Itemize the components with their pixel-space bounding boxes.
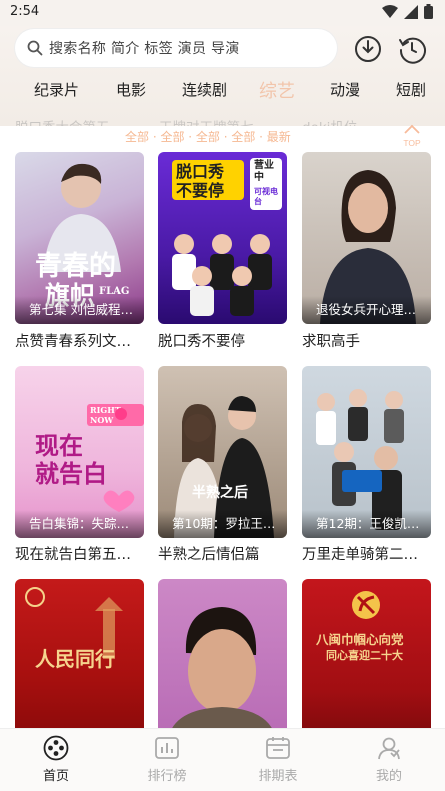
card-title[interactable]: 万里走单骑第二… [302, 543, 434, 564]
battery-icon [424, 4, 433, 19]
search-placeholder: 搜索名称 简介 标签 演员 导演 [49, 41, 240, 57]
search-icon [27, 40, 43, 56]
episode-label: 告白集锦：失踪… [29, 516, 130, 531]
nav-label: 排行榜 [147, 769, 187, 784]
card-title[interactable]: 现在就告白第五… [15, 543, 147, 564]
signal-icon [404, 4, 418, 19]
nav-label: 排期表 [258, 769, 298, 784]
filter-row: 全部 · 全部 · 全部 · 全部 · 最新 TOP [0, 124, 445, 148]
nav-label: 首页 [42, 769, 69, 784]
tab-documentary[interactable]: 纪录片 [34, 79, 79, 100]
video-card[interactable] [158, 579, 287, 739]
poster-title: 人民同行 [35, 647, 115, 671]
header: 搜索名称 简介 标签 演员 导演 纪录片 电影 连续剧 综艺 动漫 短剧 脱口秀… [0, 26, 445, 136]
svg-text:TOP: TOP [403, 138, 421, 148]
wifi-icon [382, 4, 398, 18]
card-title[interactable]: 点赞青春系列文… [15, 330, 147, 351]
chart-icon [155, 737, 179, 759]
poster-title: 半熟之后 [192, 485, 248, 501]
tab-anime[interactable]: 动漫 [330, 79, 360, 100]
status-time: 2:54 [10, 4, 40, 19]
status-icons [382, 4, 433, 19]
poster-title: 八闽巾帼心向党 [316, 632, 404, 647]
video-card[interactable]: 现在 就告白 RIGHT NOW 告白集锦：失踪… [15, 366, 144, 538]
nav-item-home[interactable]: 首页 [11, 735, 101, 784]
video-card[interactable]: 人民同行 [15, 579, 144, 739]
bottom-nav: 首页 排行榜 排期表 我的 [0, 728, 445, 791]
card-title[interactable]: 求职高手 [302, 330, 434, 351]
history-icon[interactable] [397, 34, 427, 64]
film-reel-icon [43, 735, 69, 761]
video-card[interactable]: 青春的 旗帜 FLAG 第七集 刘恺威程… [15, 152, 144, 324]
nav-item-ranking[interactable]: 排行榜 [122, 735, 212, 784]
poster-people [172, 234, 272, 316]
tab-series[interactable]: 连续剧 [182, 79, 227, 100]
nav-item-profile[interactable]: 我的 [344, 735, 434, 784]
episode-label: 退役女兵开心理… [316, 302, 417, 317]
download-icon[interactable] [353, 34, 383, 64]
back-to-top-icon[interactable]: TOP [398, 122, 426, 150]
episode-label: 第七集 刘恺威程… [29, 302, 133, 317]
filter-summary[interactable]: 全部 · 全部 · 全部 · 全部 · 最新 [125, 128, 291, 145]
card-title[interactable]: 半熟之后情侣篇 [158, 543, 290, 564]
video-card[interactable]: 半熟之后 第10期：罗拉王… [158, 366, 287, 538]
search-input[interactable]: 搜索名称 简介 标签 演员 导演 [15, 29, 337, 67]
episode-label: 第10期：罗拉王… [172, 516, 276, 531]
status-bar: 2:54 [0, 0, 445, 26]
category-tabs: 纪录片 电影 连续剧 综艺 动漫 短剧 [0, 79, 445, 109]
tab-movie[interactable]: 电影 [116, 79, 146, 100]
video-card[interactable]: 退役女兵开心理… [302, 152, 431, 324]
nav-item-schedule[interactable]: 排期表 [233, 735, 323, 784]
poster-person [168, 607, 276, 739]
video-card[interactable]: 第12期：王俊凯… [302, 366, 431, 538]
video-card[interactable]: 八闽巾帼心向党 同心喜迎二十大 [302, 579, 431, 739]
tab-short-drama[interactable]: 短剧 [396, 79, 426, 100]
nav-label: 我的 [375, 769, 402, 784]
tab-variety[interactable]: 综艺 [259, 77, 295, 103]
user-icon [378, 737, 400, 760]
poster-subtitle: 同心喜迎二十大 [326, 649, 403, 662]
card-title[interactable]: 脱口秀不要停 [158, 330, 290, 351]
video-card[interactable]: 脱口秀 不要停 营业中 可视电台 [158, 152, 287, 324]
calendar-icon [266, 737, 290, 759]
episode-label: 第12期：王俊凯… [316, 516, 420, 531]
